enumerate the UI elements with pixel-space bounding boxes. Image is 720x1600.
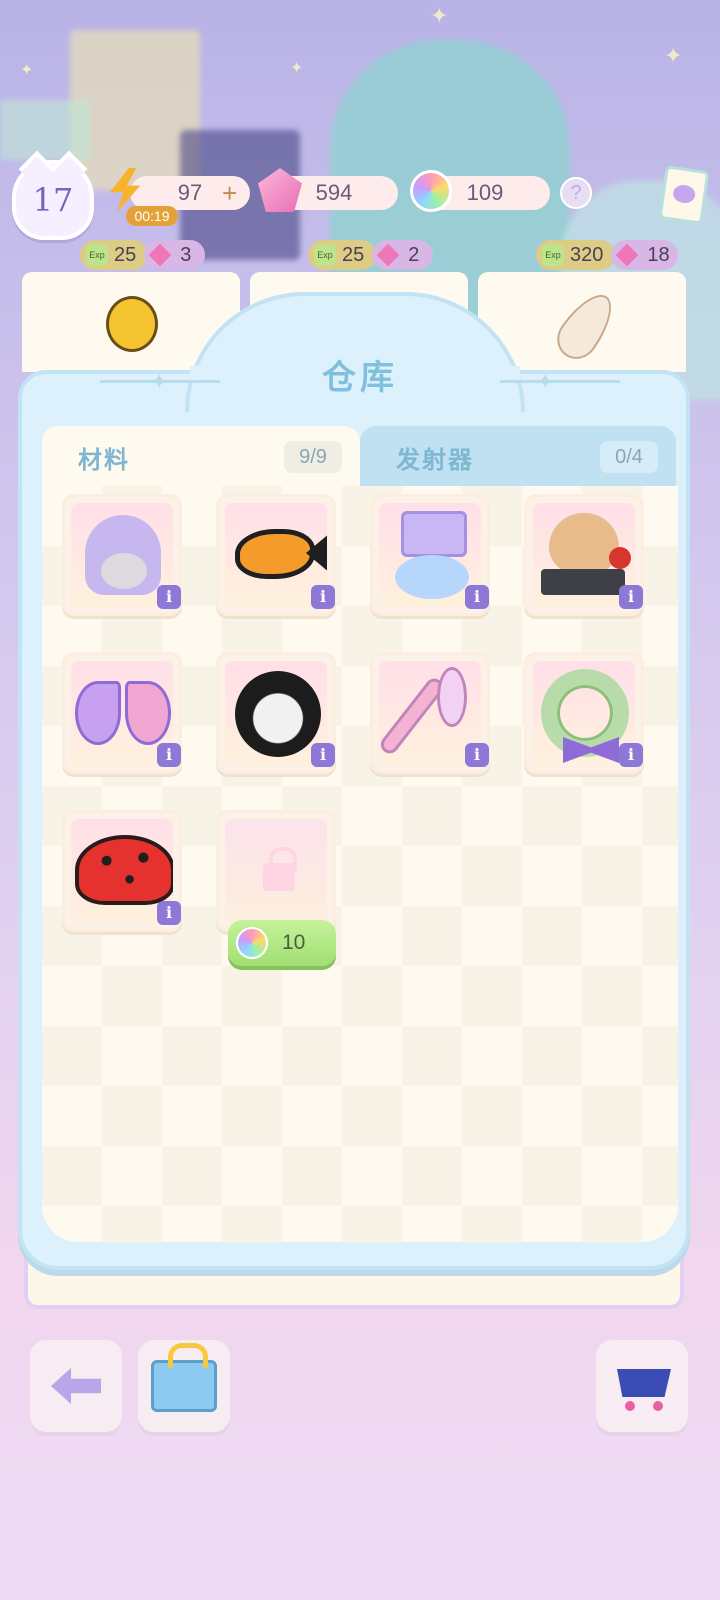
- star-icon: ✦: [664, 44, 683, 69]
- shadow-ghost-icon: [235, 671, 321, 757]
- exp-reward-chip: Exp 320: [536, 240, 616, 270]
- info-button[interactable]: i: [157, 743, 181, 767]
- gem-reward-chip: 2: [372, 240, 434, 270]
- ladybug-icon: [75, 835, 173, 905]
- rainbow-flower-icon: [236, 927, 268, 959]
- gem-reward-value: 3: [180, 243, 192, 266]
- title-ornament: [500, 380, 620, 383]
- purple-hooded-cat-icon: [85, 515, 161, 595]
- shopping-cart-icon: [611, 1363, 673, 1411]
- tab-count: 0/4: [600, 441, 658, 473]
- info-button[interactable]: i: [619, 585, 643, 609]
- exp-reward-chip: Exp 25: [308, 240, 377, 270]
- exp-value: 25: [114, 243, 137, 266]
- shop-button[interactable]: [596, 1340, 688, 1432]
- bear-phone-icon: [539, 513, 631, 603]
- storage-chest-button[interactable]: [138, 1340, 230, 1432]
- pink-gem-icon: [616, 243, 639, 267]
- back-arrow-icon: [51, 1368, 101, 1404]
- energy-value: 97: [177, 180, 203, 205]
- player-level: 17: [32, 181, 74, 219]
- lock-icon: [263, 847, 297, 891]
- tab-label: 发射器: [396, 445, 474, 474]
- order-reward: Exp 25 3: [80, 240, 206, 270]
- flower-value: 109: [466, 180, 504, 205]
- gem-value: 594: [315, 180, 353, 205]
- exp-icon: Exp: [542, 244, 564, 266]
- gem-reward-chip: 3: [144, 240, 206, 270]
- sparkle-icon: ✦: [536, 370, 555, 395]
- player-level-badge[interactable]: 17: [12, 160, 94, 240]
- warehouse-slot[interactable]: i: [62, 810, 182, 932]
- info-button[interactable]: i: [465, 585, 489, 609]
- tab-label: 材料: [78, 445, 130, 474]
- warehouse-title: 仓库: [322, 358, 398, 398]
- unlock-slot-button[interactable]: 10: [228, 920, 336, 966]
- info-button[interactable]: i: [157, 585, 181, 609]
- exp-value: 25: [342, 243, 365, 266]
- gem-reward-value: 18: [647, 243, 670, 266]
- star-icon: ✦: [430, 4, 449, 29]
- warehouse-slot[interactable]: i: [524, 494, 644, 616]
- card-album-button[interactable]: [658, 165, 710, 225]
- info-button[interactable]: i: [311, 585, 335, 609]
- goldfish-icon: [235, 529, 315, 579]
- flower-wand-icon: [379, 674, 447, 758]
- star-icon: ✦: [20, 60, 34, 79]
- warehouse-slot[interactable]: i: [216, 652, 336, 774]
- rainbow-flower-icon: [410, 170, 452, 212]
- pink-gem-icon: [148, 243, 172, 267]
- help-button[interactable]: ?: [560, 177, 592, 209]
- chest-icon: [151, 1343, 217, 1412]
- info-button[interactable]: i: [157, 901, 181, 925]
- warehouse-slot[interactable]: i: [370, 652, 490, 774]
- warehouse-slot[interactable]: i: [370, 494, 490, 616]
- top-hat-cloud-icon: [389, 511, 473, 601]
- order-reward: Exp 320 18: [536, 240, 678, 270]
- pink-gem-icon: [376, 243, 400, 267]
- gem-reward-value: 2: [408, 243, 420, 266]
- exp-reward-chip: Exp 25: [80, 240, 149, 270]
- sparkle-icon: ✦: [150, 370, 169, 395]
- warehouse-slot[interactable]: i: [62, 494, 182, 616]
- tab-materials[interactable]: 材料 9/9: [42, 426, 360, 488]
- yellow-beetle-icon: [106, 296, 158, 352]
- background-shelf: [0, 100, 90, 160]
- star-icon: ✦: [290, 58, 304, 77]
- warehouse-slot[interactable]: i: [216, 494, 336, 616]
- back-button[interactable]: [30, 1340, 122, 1432]
- info-button[interactable]: i: [465, 743, 489, 767]
- tab-count: 9/9: [284, 441, 342, 473]
- energy-timer: 00:19: [126, 206, 178, 226]
- exp-icon: Exp: [86, 244, 108, 266]
- exp-icon: Exp: [314, 244, 336, 266]
- unlock-cost: 10: [282, 931, 306, 954]
- warehouse-slot[interactable]: i: [524, 652, 644, 774]
- info-button[interactable]: i: [311, 743, 335, 767]
- gem-reward-chip: 18: [611, 240, 678, 270]
- order-reward: Exp 25 2: [308, 240, 434, 270]
- warehouse-slot[interactable]: i: [62, 652, 182, 774]
- tab-launchers[interactable]: 发射器 0/4: [360, 426, 676, 488]
- locked-slot[interactable]: [216, 810, 336, 932]
- exp-value: 320: [570, 243, 604, 266]
- info-button[interactable]: i: [619, 743, 643, 767]
- add-energy-button[interactable]: +: [222, 176, 237, 210]
